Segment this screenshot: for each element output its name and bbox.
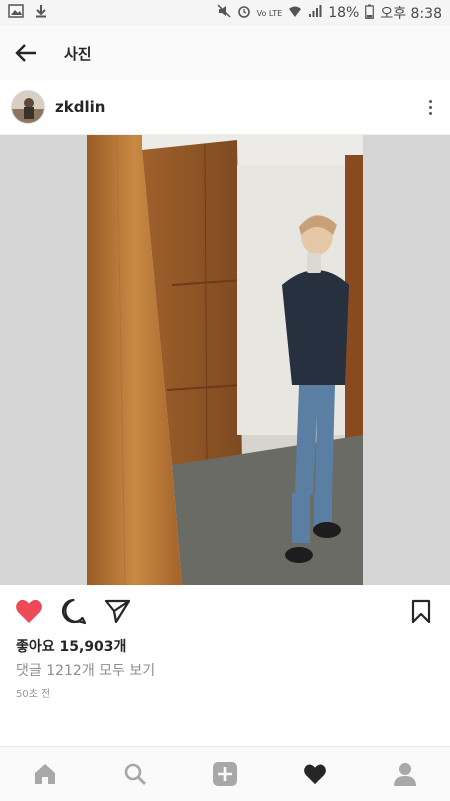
more-dot-icon xyxy=(428,105,432,109)
more-options-button[interactable] xyxy=(410,80,450,134)
like-button[interactable] xyxy=(7,585,51,637)
likes-count[interactable]: 좋아요 15,903개 xyxy=(16,636,126,656)
add-icon xyxy=(213,762,237,786)
battery-icon xyxy=(365,4,375,23)
mute-icon xyxy=(217,4,231,22)
bottom-nav xyxy=(0,746,450,801)
comment-button[interactable] xyxy=(51,585,95,637)
top-bar: 사진 xyxy=(0,26,450,81)
nav-search[interactable] xyxy=(105,747,165,801)
bookmark-icon xyxy=(411,599,431,623)
signal-icon xyxy=(308,4,322,22)
battery-percent: 18% xyxy=(328,5,360,21)
alarm-icon xyxy=(237,4,251,22)
page-title: 사진 xyxy=(64,44,92,63)
post-username[interactable]: zkdlin xyxy=(55,98,105,116)
more-dot-icon xyxy=(428,111,432,115)
more-dot-icon xyxy=(428,99,432,103)
activity-heart-icon xyxy=(304,764,326,785)
nav-home[interactable] xyxy=(15,747,75,801)
home-icon xyxy=(35,764,55,784)
post-actions xyxy=(0,585,450,637)
status-right: Vo LTE 18% 오후 8:38 xyxy=(217,3,450,23)
profile-icon xyxy=(394,763,416,786)
post-photo-area[interactable] xyxy=(0,135,450,585)
back-arrow-icon xyxy=(15,44,36,62)
save-button[interactable] xyxy=(399,585,443,637)
nav-add[interactable] xyxy=(195,747,255,801)
comment-icon xyxy=(61,598,86,624)
wifi-icon xyxy=(288,4,302,22)
status-left xyxy=(0,4,48,22)
nav-profile[interactable] xyxy=(375,747,435,801)
share-button[interactable] xyxy=(95,585,139,637)
status-time: 오후 8:38 xyxy=(380,6,442,22)
nav-activity[interactable] xyxy=(285,747,345,801)
download-notification-icon xyxy=(34,4,48,22)
view-all-comments-link[interactable]: 댓글 1212개 모두 보기 xyxy=(16,660,155,680)
post-header: zkdlin xyxy=(0,80,450,135)
post-timestamp: 50초 전 xyxy=(16,689,51,700)
back-button[interactable] xyxy=(0,26,52,80)
heart-filled-icon xyxy=(16,599,42,623)
gallery-notification-icon xyxy=(8,4,24,22)
paper-plane-icon xyxy=(104,599,130,623)
status-bar: Vo LTE 18% 오후 8:38 xyxy=(0,0,450,26)
post-photo[interactable] xyxy=(87,135,363,585)
avatar[interactable] xyxy=(11,90,45,124)
volte-label: Vo LTE xyxy=(256,8,283,18)
search-icon xyxy=(124,763,147,786)
